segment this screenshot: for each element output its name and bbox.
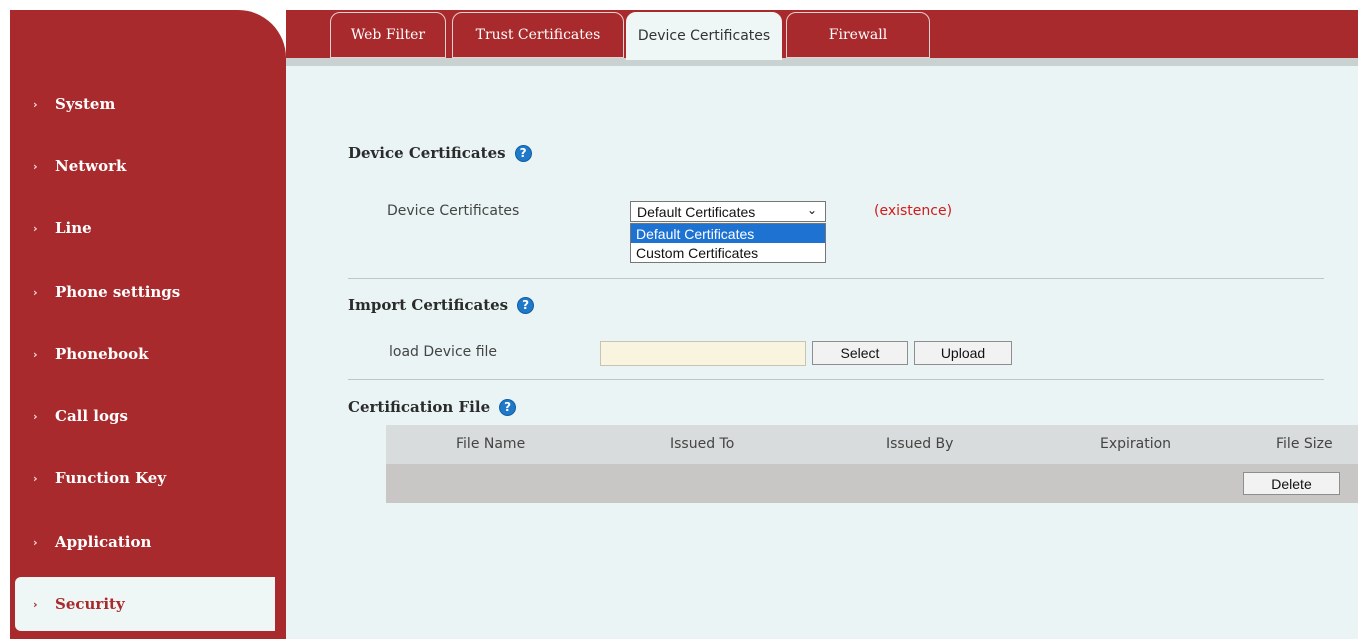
device-certificates-select[interactable]: Default Certificates ⌄ — [630, 201, 826, 222]
sidebar-item-label: Phonebook — [55, 345, 149, 363]
sidebar-item-label: Application — [55, 533, 152, 551]
tab-web-filter[interactable]: Web Filter — [330, 12, 446, 58]
section-device-certificates: Device Certificates ? — [348, 144, 532, 162]
tab-device-certificates[interactable]: Device Certificates — [626, 12, 782, 60]
device-certificates-dropdown: Default Certificates Custom Certificates — [630, 223, 826, 263]
select-button[interactable]: Select — [812, 341, 908, 365]
certificate-table-header: File Name Issued To Issued By Expiration… — [386, 425, 1358, 464]
section-import-certificates: Import Certificates ? — [348, 296, 535, 314]
header-divider — [286, 58, 1358, 66]
section-title: Device Certificates — [348, 144, 506, 162]
chevron-right-icon: › — [33, 285, 38, 299]
upload-button[interactable]: Upload — [914, 341, 1012, 365]
sidebar-item-label: Line — [55, 219, 92, 237]
sidebar-item-security[interactable]: › Security — [15, 577, 275, 631]
section-certification-file: Certification File ? — [348, 398, 517, 416]
chevron-right-icon: › — [33, 97, 38, 111]
table-row: Delete — [386, 464, 1358, 503]
option-default-certificates[interactable]: Default Certificates — [631, 224, 825, 243]
sidebar-item-function-key[interactable]: › Function Key — [15, 452, 265, 504]
select-value: Default Certificates — [637, 203, 756, 220]
option-custom-certificates[interactable]: Custom Certificates — [631, 243, 825, 262]
tab-trust-certificates[interactable]: Trust Certificates — [452, 12, 624, 58]
chevron-right-icon: › — [33, 471, 38, 485]
chevron-right-icon: › — [33, 221, 38, 235]
device-certificates-label: Device Certificates — [387, 203, 520, 219]
sidebar-item-label: Network — [55, 157, 127, 175]
column-expiration: Expiration — [1100, 436, 1172, 452]
sidebar-item-phonebook[interactable]: › Phonebook — [15, 328, 265, 380]
certificate-status-text: (existence) — [874, 203, 953, 219]
chevron-down-icon: ⌄ — [806, 203, 817, 217]
column-issued-by: Issued By — [886, 436, 954, 452]
sidebar-item-label: Security — [55, 595, 125, 613]
column-file-name: File Name — [456, 436, 526, 452]
chevron-right-icon: › — [33, 409, 38, 423]
section-title: Import Certificates — [348, 296, 509, 314]
section-divider — [348, 278, 1324, 279]
section-divider — [348, 379, 1324, 380]
sidebar-item-call-logs[interactable]: › Call logs — [15, 390, 265, 442]
column-issued-to: Issued To — [670, 436, 735, 452]
load-device-file-label: load Device file — [389, 344, 498, 360]
chevron-right-icon: › — [33, 597, 38, 611]
sidebar-item-network[interactable]: › Network — [15, 140, 265, 192]
device-file-input[interactable] — [600, 341, 806, 366]
column-file-size: File Size — [1276, 436, 1333, 452]
sidebar-item-label: Function Key — [55, 469, 167, 487]
sidebar-item-line[interactable]: › Line — [15, 202, 265, 254]
delete-button[interactable]: Delete — [1243, 472, 1340, 495]
help-icon[interactable]: ? — [514, 144, 532, 162]
sidebar-item-label: Phone settings — [55, 283, 181, 301]
section-title: Certification File — [348, 398, 491, 416]
sidebar-item-label: System — [55, 95, 116, 113]
chevron-right-icon: › — [33, 535, 38, 549]
sidebar-item-phone-settings[interactable]: › Phone settings — [15, 266, 265, 318]
help-icon[interactable]: ? — [499, 398, 517, 416]
sidebar-item-label: Call logs — [55, 407, 128, 425]
help-icon[interactable]: ? — [517, 296, 535, 314]
sidebar-item-application[interactable]: › Application — [15, 516, 265, 568]
tab-firewall[interactable]: Firewall — [786, 12, 930, 58]
chevron-right-icon: › — [33, 347, 38, 361]
chevron-right-icon: › — [33, 159, 38, 173]
sidebar-item-system[interactable]: › System — [15, 78, 265, 130]
